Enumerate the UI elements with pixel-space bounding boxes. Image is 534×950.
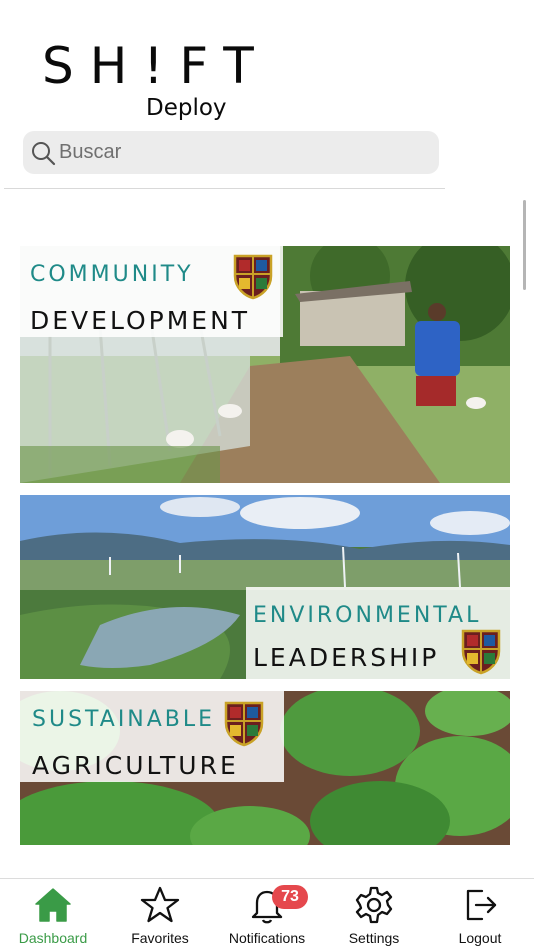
- app-logo: SH!FT Deploy: [42, 38, 254, 124]
- tab-label: Dashboard: [18, 930, 88, 946]
- header-divider: [4, 188, 445, 189]
- home-icon: [35, 888, 71, 922]
- tab-favorites[interactable]: Favorites: [105, 879, 215, 950]
- search-bar[interactable]: [23, 131, 439, 174]
- card-environmental-leadership[interactable]: ENVIRONMENTAL LEADERSHIP: [20, 495, 510, 679]
- card-title-line1: COMMUNITY: [30, 262, 194, 287]
- card-title-line2: LEADERSHIP: [253, 643, 440, 672]
- logo-subtitle: Deploy: [146, 95, 227, 121]
- tab-label: Settings: [348, 930, 400, 946]
- tab-notifications[interactable]: 73 Notifications: [212, 879, 322, 950]
- card-title-line2: AGRICULTURE: [32, 751, 239, 780]
- tab-settings[interactable]: Settings: [319, 879, 429, 950]
- card-community-development[interactable]: COMMUNITY DEVELOPMENT: [20, 246, 510, 483]
- search-icon: [32, 141, 56, 165]
- tab-label: Favorites: [131, 930, 189, 946]
- crest-icon: [233, 254, 273, 300]
- scrollbar[interactable]: [523, 200, 526, 290]
- tab-logout[interactable]: Logout: [425, 879, 534, 950]
- bottom-tab-bar: Dashboard Favorites 73 Notifications Set…: [0, 879, 534, 950]
- logout-icon: [466, 889, 497, 921]
- star-icon: [140, 886, 180, 923]
- notification-count-badge: 73: [272, 885, 308, 909]
- card-title-line1: SUSTAINABLE: [32, 707, 216, 732]
- card-title-line1: ENVIRONMENTAL: [253, 603, 482, 628]
- crest-icon: [224, 701, 264, 747]
- tab-dashboard[interactable]: Dashboard: [0, 879, 108, 950]
- crest-icon: [461, 629, 501, 675]
- search-input[interactable]: [59, 141, 399, 164]
- logo-wordmark: SH!FT: [42, 37, 270, 95]
- gear-icon: [355, 886, 393, 924]
- card-sustainable-agriculture[interactable]: SUSTAINABLE AGRICULTURE: [20, 691, 510, 845]
- card-title-line2: DEVELOPMENT: [30, 306, 251, 335]
- tab-label: Logout: [458, 930, 502, 946]
- tab-label: Notifications: [228, 930, 306, 946]
